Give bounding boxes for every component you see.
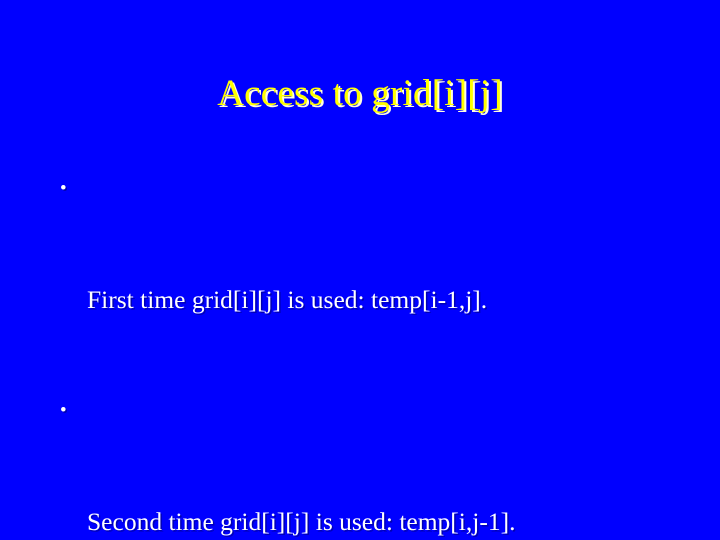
presentation-slide: Access to grid[i][j] • First time grid[i… bbox=[0, 0, 720, 540]
list-item-text: Second time grid[i][j] is used: temp[i,j… bbox=[87, 507, 516, 536]
bullet-list: • First time grid[i][j] is used: temp[i-… bbox=[56, 170, 676, 540]
list-item-text: First time grid[i][j] is used: temp[i-1,… bbox=[87, 285, 488, 314]
bullet-dot-icon: • bbox=[60, 178, 67, 199]
page-title: Access to grid[i][j] bbox=[217, 73, 503, 114]
list-item: • First time grid[i][j] is used: temp[i-… bbox=[56, 170, 676, 392]
list-item: • Second time grid[i][j] is used: temp[i… bbox=[56, 392, 676, 540]
slide-title-container: Access to grid[i][j] bbox=[0, 72, 720, 116]
bullet-dot-icon: • bbox=[60, 400, 67, 421]
